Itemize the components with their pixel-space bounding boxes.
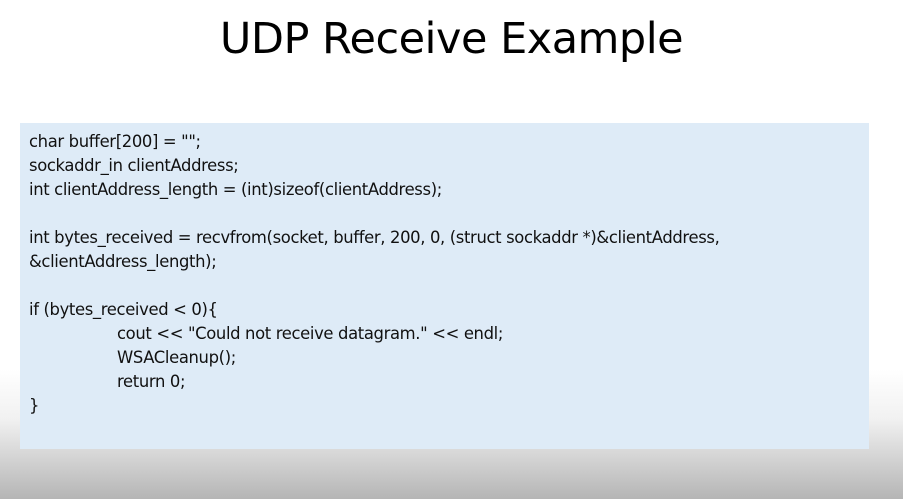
code-line: int clientAddress_length = (int)sizeof(c…: [29, 180, 442, 199]
code-line: return 0;: [117, 372, 186, 391]
code-block: char buffer[200] = ""; sockaddr_in clien…: [20, 123, 869, 449]
code-line: int bytes_received = recvfrom(socket, bu…: [29, 228, 720, 247]
slide-title: UDP Receive Example: [219, 14, 684, 64]
code-line: if (bytes_received < 0){: [29, 300, 218, 319]
code-line: sockaddr_in clientAddress;: [29, 156, 239, 175]
code-line: cout << "Could not receive datagram." <<…: [117, 324, 504, 343]
code-line: WSACleanup();: [117, 348, 236, 367]
code-line: &clientAddress_length);: [29, 252, 217, 271]
code-line: }: [29, 396, 40, 415]
code-line: char buffer[200] = "";: [29, 132, 201, 151]
